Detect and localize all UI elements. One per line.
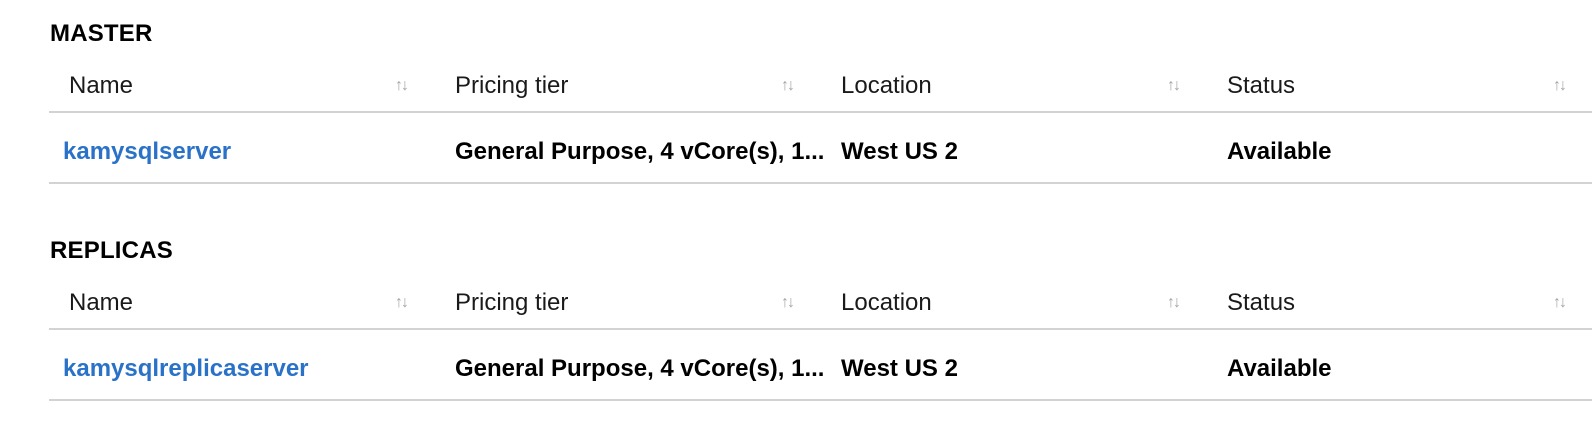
master-section: MASTER Name ↑↓ Pricing tier ↑↓ Location … bbox=[49, 0, 1592, 190]
status-value: Available bbox=[1227, 138, 1332, 165]
replicas-table-header: Name ↑↓ Pricing tier ↑↓ Location ↑↓ Stat… bbox=[49, 278, 1592, 330]
sort-pricing-tier-icon[interactable]: ↑↓ bbox=[781, 278, 795, 328]
column-header-status[interactable]: Status bbox=[1227, 61, 1295, 111]
column-header-name[interactable]: Name bbox=[69, 61, 133, 111]
column-header-location[interactable]: Location bbox=[841, 61, 932, 111]
master-section-title: MASTER bbox=[50, 20, 153, 47]
replicas-section-title: REPLICAS bbox=[50, 237, 173, 264]
table-row: kamysqlreplicaserver General Purpose, 4 … bbox=[49, 339, 1592, 401]
replica-server-name-link[interactable]: kamysqlreplicaserver bbox=[63, 339, 423, 399]
sort-name-icon[interactable]: ↑↓ bbox=[395, 278, 409, 328]
sort-location-icon[interactable]: ↑↓ bbox=[1167, 278, 1181, 328]
location-value: West US 2 bbox=[841, 138, 958, 165]
column-header-name[interactable]: Name bbox=[69, 278, 133, 328]
sort-pricing-tier-icon[interactable]: ↑↓ bbox=[781, 61, 795, 111]
column-header-location[interactable]: Location bbox=[841, 278, 932, 328]
sort-name-icon[interactable]: ↑↓ bbox=[395, 61, 409, 111]
table-row: kamysqlserver General Purpose, 4 vCore(s… bbox=[49, 122, 1592, 184]
master-table-header: Name ↑↓ Pricing tier ↑↓ Location ↑↓ Stat… bbox=[49, 61, 1592, 113]
sort-status-icon[interactable]: ↑↓ bbox=[1553, 61, 1567, 111]
column-header-status[interactable]: Status bbox=[1227, 278, 1295, 328]
server-name-link[interactable]: kamysqlserver bbox=[63, 122, 423, 182]
replicas-section: REPLICAS Name ↑↓ Pricing tier ↑↓ Locatio… bbox=[49, 217, 1592, 407]
sort-status-icon[interactable]: ↑↓ bbox=[1553, 278, 1567, 328]
sort-location-icon[interactable]: ↑↓ bbox=[1167, 61, 1181, 111]
pricing-tier-value: General Purpose, 4 vCore(s), 1... bbox=[455, 138, 825, 165]
column-header-pricing-tier[interactable]: Pricing tier bbox=[455, 61, 568, 111]
status-value: Available bbox=[1227, 355, 1332, 382]
location-value: West US 2 bbox=[841, 355, 958, 382]
pricing-tier-value: General Purpose, 4 vCore(s), 1... bbox=[455, 355, 825, 382]
column-header-pricing-tier[interactable]: Pricing tier bbox=[455, 278, 568, 328]
